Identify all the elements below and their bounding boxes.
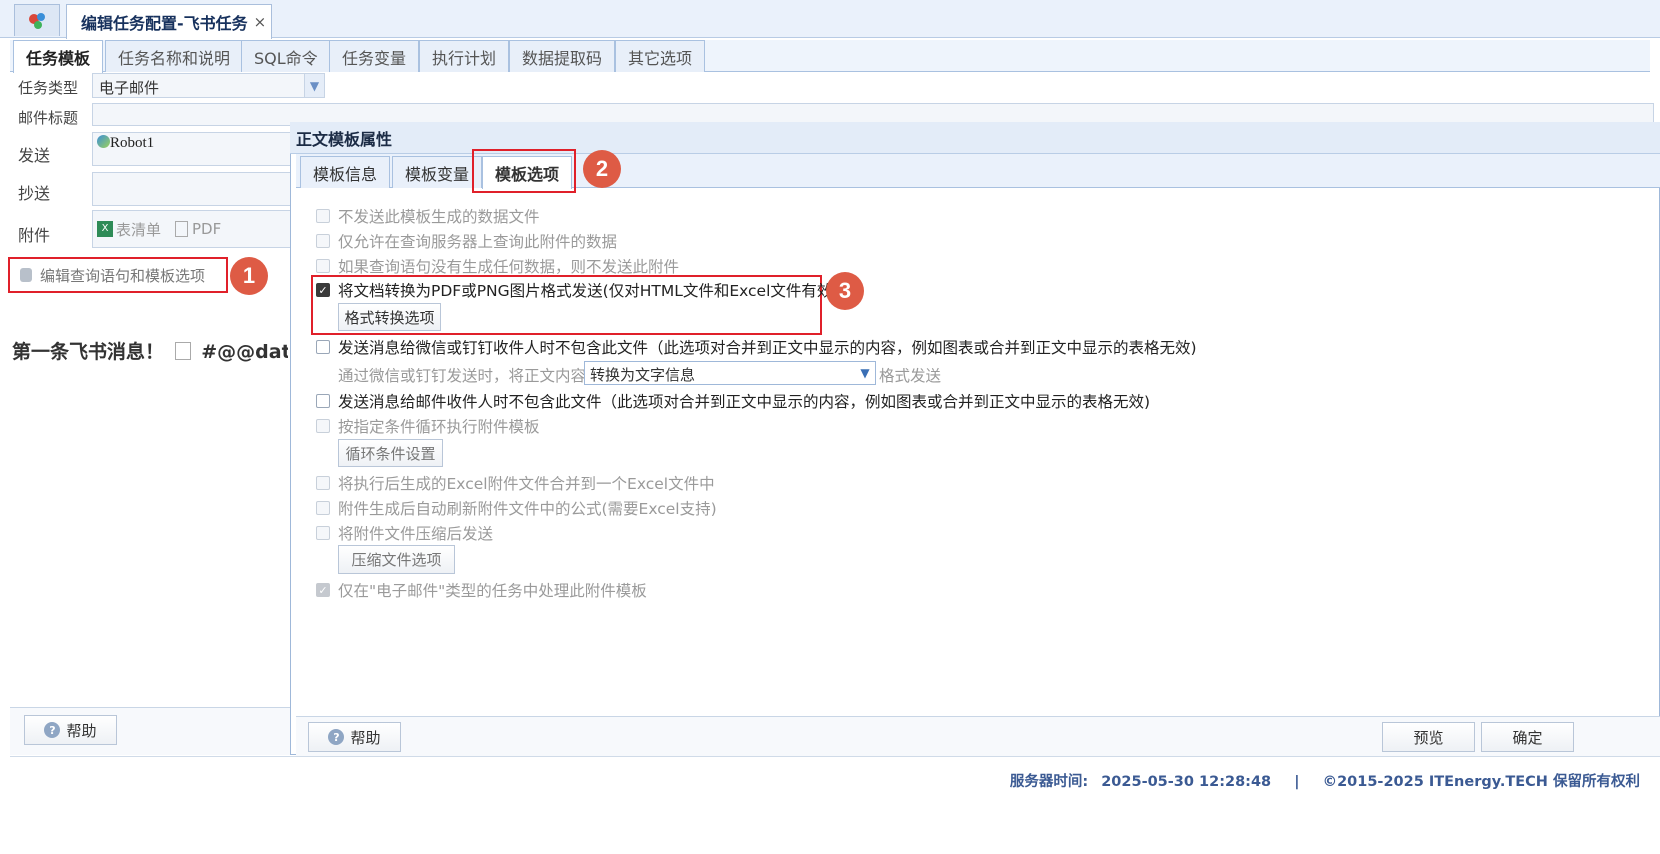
wechat-format-select[interactable]: 转换为文字信息 ▼ xyxy=(584,361,876,385)
cc-input[interactable] xyxy=(92,172,292,206)
checkbox[interactable] xyxy=(316,526,330,540)
help-icon: ? xyxy=(328,729,345,745)
ok-button[interactable]: 确定 xyxy=(1481,722,1574,752)
pdf-icon xyxy=(175,221,189,237)
tab-task-variables[interactable]: 任务变量 xyxy=(329,40,420,72)
document-tab-title: 编辑任务配置-飞书任务 xyxy=(81,14,248,33)
option-label: 附件生成后自动刷新附件文件中的公式(需要Excel支持) xyxy=(338,500,717,518)
loop-condition-button[interactable]: 循环条件设置 xyxy=(338,439,443,467)
option-row: 发送消息给邮件收件人时不包含此文件（此选项对合并到正文中显示的内容，例如图表或合… xyxy=(316,390,1150,412)
attach-label: 附件 xyxy=(18,226,51,245)
subject-label: 邮件标题 xyxy=(18,109,79,127)
task-type-value: 电子邮件 xyxy=(99,79,160,97)
option-label: 发送消息给邮件收件人时不包含此文件（此选项对合并到正文中显示的内容，例如图表或合… xyxy=(338,393,1151,411)
help-icon: ? xyxy=(44,722,61,738)
tab-other-options[interactable]: 其它选项 xyxy=(615,40,706,72)
option-label: 仅在"电子邮件"类型的任务中处理此附件模板 xyxy=(338,582,647,600)
tab-schedule[interactable]: 执行计划 xyxy=(419,40,510,72)
document-tab[interactable]: 编辑任务配置-飞书任务 × xyxy=(66,4,272,39)
option-row: 不发送此模板生成的数据文件 xyxy=(316,205,540,227)
compress-options-button[interactable]: 压缩文件选项 xyxy=(338,545,455,574)
wechat-send-prefix: 通过微信或钉钉发送时，将正文内容 xyxy=(338,367,587,385)
help-label: 帮助 xyxy=(66,721,97,740)
server-time-label: 服务器时间: xyxy=(1009,774,1089,790)
option-row: 发送消息给微信或钉钉收件人时不包含此文件（此选项对合并到正文中显示的内容，例如图… xyxy=(316,336,1197,358)
app-logo-icon[interactable] xyxy=(14,4,60,36)
option-row: ✓ 仅在"电子邮件"类型的任务中处理此附件模板 xyxy=(316,579,647,601)
checkbox[interactable] xyxy=(316,419,330,433)
chevron-down-icon: ▼ xyxy=(855,362,875,384)
database-icon xyxy=(20,268,32,282)
attachment-list[interactable]: X 表清单 PDF xyxy=(92,210,292,248)
attachment-item[interactable]: 表清单 xyxy=(116,219,161,240)
callout-badge-1: 1 xyxy=(230,257,268,295)
send-input[interactable]: Robot1 xyxy=(92,132,292,166)
option-label: 发送消息给微信或钉钉收件人时不包含此文件（此选项对合并到正文中显示的内容，例如图… xyxy=(338,339,1197,357)
option-row: 如果查询语句没有生成任何数据，则不发送此附件 xyxy=(316,255,679,277)
main-tab-bar: 任务模板 任务名称和说明 SQL命令 任务变量 执行计划 数据提取码 其它选项 xyxy=(10,40,1650,73)
format-convert-options-button[interactable]: 格式转换选项 xyxy=(338,303,441,331)
checkbox[interactable] xyxy=(316,394,330,408)
broken-image-icon xyxy=(174,342,191,360)
checkbox-checked[interactable]: ✓ xyxy=(316,583,330,597)
option-row: 仅允许在查询服务器上查询此附件的数据 xyxy=(316,230,617,252)
help-label: 帮助 xyxy=(350,728,381,747)
tab-task-template[interactable]: 任务模板 xyxy=(13,40,104,73)
tab-task-name[interactable]: 任务名称和说明 xyxy=(105,40,244,72)
checkbox[interactable] xyxy=(316,340,330,354)
tab-template-variables[interactable]: 模板变量 xyxy=(392,156,483,188)
edit-query-template-label: 编辑查询语句和模板选项 xyxy=(40,266,206,285)
task-type-select[interactable]: 电子邮件 ▼ xyxy=(92,73,325,98)
wechat-send-suffix: 格式发送 xyxy=(879,367,942,385)
checkbox[interactable] xyxy=(316,259,330,273)
body-preview-text: 第一条飞书消息！ #@@datet xyxy=(12,337,288,364)
highlight-box-2 xyxy=(472,149,576,193)
checkbox[interactable] xyxy=(316,501,330,515)
checkbox[interactable] xyxy=(316,209,330,223)
option-label: 不发送此模板生成的数据文件 xyxy=(338,208,540,226)
wechat-format-value: 转换为文字信息 xyxy=(590,366,696,384)
send-recipient: Robot1 xyxy=(110,135,155,151)
edit-query-template-button[interactable]: 编辑查询语句和模板选项 xyxy=(12,260,224,290)
option-label: 仅允许在查询服务器上查询此附件的数据 xyxy=(338,233,618,251)
copyright-text: ©2015-2025 ITEnergy.TECH 保留所有权利 xyxy=(1322,774,1640,790)
option-label: 将文档转换为PDF或PNG图片格式发送(仅对HTML文件和Excel文件有效) xyxy=(338,282,839,300)
cc-label: 抄送 xyxy=(18,184,51,203)
body-preview-variable: #@@datet xyxy=(201,341,288,363)
tab-sql[interactable]: SQL命令 xyxy=(241,40,331,72)
option-row-convert-pdf: ✓ 将文档转换为PDF或PNG图片格式发送(仅对HTML文件和Excel文件有效… xyxy=(316,279,838,301)
close-icon[interactable]: × xyxy=(254,13,267,31)
option-row: 将执行后生成的Excel附件文件合并到一个Excel文件中 xyxy=(316,472,715,494)
robot-icon xyxy=(97,135,110,148)
option-row: 附件生成后自动刷新附件文件中的公式(需要Excel支持) xyxy=(316,497,717,519)
status-separator: | xyxy=(1294,774,1300,790)
help-button-left[interactable]: ? 帮助 xyxy=(24,715,117,745)
help-button-dialog[interactable]: ? 帮助 xyxy=(308,722,401,752)
callout-badge-3: 3 xyxy=(826,272,864,310)
option-label: 如果查询语句没有生成任何数据，则不发送此附件 xyxy=(338,258,680,276)
server-time-value: 2025-05-30 12:28:48 xyxy=(1101,774,1272,790)
option-label: 将执行后生成的Excel附件文件合并到一个Excel文件中 xyxy=(338,475,715,493)
excel-icon: X xyxy=(97,221,113,237)
body-preview-title: 第一条飞书消息！ xyxy=(12,341,165,363)
tab-template-info[interactable]: 模板信息 xyxy=(300,156,391,188)
callout-badge-2: 2 xyxy=(583,150,621,188)
send-label: 发送 xyxy=(18,146,51,165)
option-label: 按指定条件循环执行附件模板 xyxy=(338,418,540,436)
task-type-label: 任务类型 xyxy=(18,79,79,97)
status-text: 服务器时间: 2025-05-30 12:28:48 | ©2015-2025 … xyxy=(1010,770,1640,791)
checkbox-checked[interactable]: ✓ xyxy=(316,283,330,297)
checkbox[interactable] xyxy=(316,476,330,490)
chevron-down-icon: ▼ xyxy=(304,74,324,97)
preview-button[interactable]: 预览 xyxy=(1382,722,1475,752)
attachment-item[interactable]: PDF xyxy=(192,220,221,238)
tab-extract-code[interactable]: 数据提取码 xyxy=(509,40,616,72)
option-row: 按指定条件循环执行附件模板 xyxy=(316,415,540,437)
checkbox[interactable] xyxy=(316,234,330,248)
option-row: 将附件文件压缩后发送 xyxy=(316,522,493,544)
option-label: 将附件文件压缩后发送 xyxy=(338,525,494,543)
